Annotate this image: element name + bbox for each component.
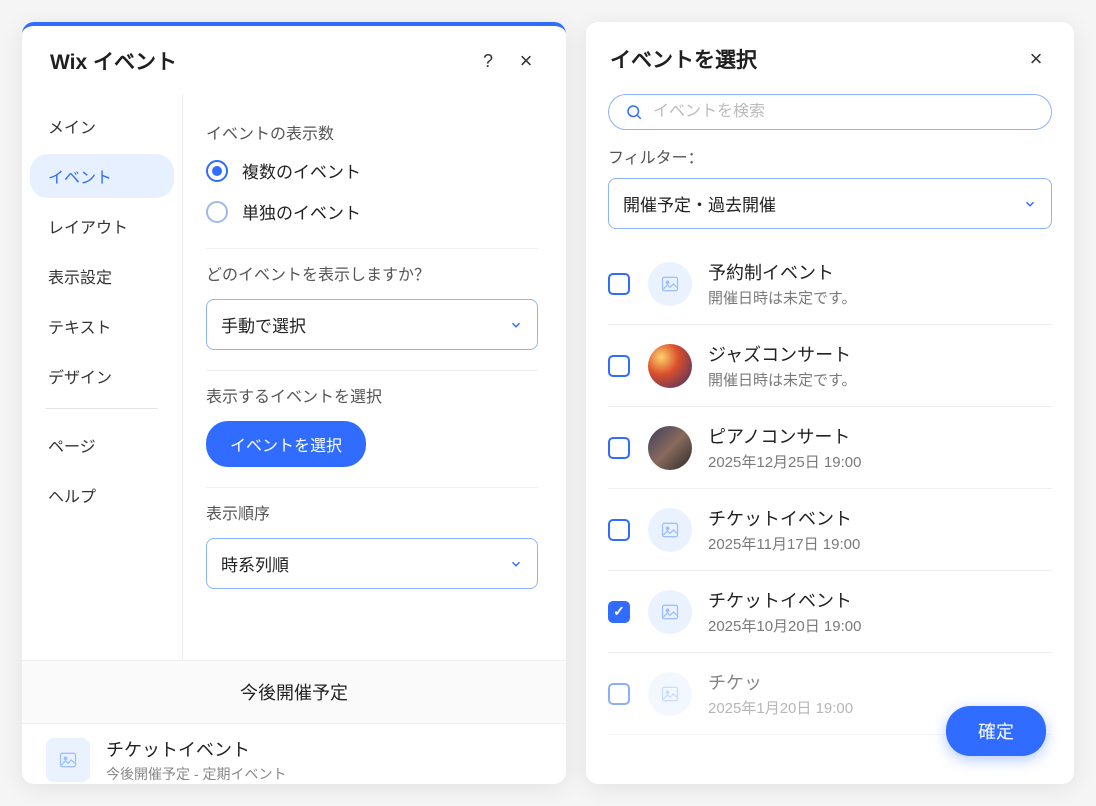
event-picker-title: イベントを選択 bbox=[610, 44, 1012, 74]
nav-main[interactable]: メイン bbox=[30, 104, 174, 148]
upcoming-list-item[interactable]: チケットイベント 今後開催予定 - 定期イベント bbox=[22, 723, 566, 784]
filter-value: 開催予定・過去開催 bbox=[623, 191, 776, 216]
section-order: 表示順序 時系列順 bbox=[206, 488, 538, 609]
event-checkbox[interactable] bbox=[608, 601, 630, 623]
event-thumbnail bbox=[648, 344, 692, 388]
event-checkbox[interactable] bbox=[608, 273, 630, 295]
radio-icon-unselected bbox=[206, 201, 228, 223]
event-subtitle: 開催日時は未定です。 bbox=[708, 369, 857, 390]
which-events-select[interactable]: 手動で選択 bbox=[206, 299, 538, 350]
filter-label: フィルター： bbox=[608, 144, 1052, 168]
event-thumbnail bbox=[648, 426, 692, 470]
event-text: チケットイベント2025年10月20日 19:00 bbox=[708, 587, 861, 636]
settings-nav: メイン イベント レイアウト 表示設定 テキスト デザイン ページ ヘルプ bbox=[22, 94, 182, 660]
event-picker-panel: イベントを選択 × フィルター： 開催予定・過去開催 予約制イベント開催日時は未… bbox=[586, 22, 1074, 784]
event-title: チケットイベント bbox=[708, 505, 860, 531]
settings-title: Wix イベント bbox=[50, 46, 474, 76]
event-row[interactable]: 予約制イベント開催日時は未定です。 bbox=[608, 243, 1052, 325]
nav-text[interactable]: テキスト bbox=[30, 304, 174, 348]
event-title: ピアノコンサート bbox=[708, 423, 861, 449]
event-row[interactable]: ピアノコンサート2025年12月25日 19:00 bbox=[608, 407, 1052, 489]
upcoming-header: 今後開催予定 bbox=[22, 660, 566, 723]
event-row[interactable]: ジャズコンサート開催日時は未定です。 bbox=[608, 325, 1052, 407]
upcoming-item-sub: 今後開催予定 - 定期イベント bbox=[106, 764, 286, 784]
event-subtitle: 2025年11月17日 19:00 bbox=[708, 533, 860, 554]
event-title: 予約制イベント bbox=[708, 259, 857, 285]
settings-header: Wix イベント ? × bbox=[22, 26, 566, 94]
event-row[interactable]: チケットイベント2025年11月17日 19:00 bbox=[608, 489, 1052, 571]
event-subtitle: 開催日時は未定です。 bbox=[708, 287, 857, 308]
image-placeholder-icon bbox=[46, 738, 90, 782]
event-checkbox[interactable] bbox=[608, 437, 630, 459]
chevron-down-icon bbox=[509, 318, 523, 332]
radio-multiple-label: 複数のイベント bbox=[242, 158, 361, 183]
event-checkbox[interactable] bbox=[608, 683, 630, 705]
radio-multiple-events[interactable]: 複数のイベント bbox=[206, 158, 538, 183]
close-icon[interactable]: × bbox=[512, 47, 540, 75]
nav-events[interactable]: イベント bbox=[30, 154, 174, 198]
event-text: チケットイベント2025年11月17日 19:00 bbox=[708, 505, 860, 554]
search-icon bbox=[625, 103, 643, 121]
section-display-count: イベントの表示数 複数のイベント 単独のイベント bbox=[206, 108, 538, 249]
confirm-button[interactable]: 確定 bbox=[946, 706, 1046, 756]
nav-help[interactable]: ヘルプ bbox=[30, 473, 174, 517]
nav-design[interactable]: デザイン bbox=[30, 354, 174, 398]
search-field[interactable] bbox=[608, 94, 1052, 130]
help-icon[interactable]: ? bbox=[474, 47, 502, 75]
event-text: ピアノコンサート2025年12月25日 19:00 bbox=[708, 423, 861, 472]
event-text: 予約制イベント開催日時は未定です。 bbox=[708, 259, 857, 308]
event-title: チケッ bbox=[708, 669, 853, 695]
event-text: チケッ2025年1月20日 19:00 bbox=[708, 669, 853, 718]
image-placeholder-icon bbox=[648, 590, 692, 634]
nav-layout[interactable]: レイアウト bbox=[30, 204, 174, 248]
chevron-down-icon bbox=[1023, 197, 1037, 211]
settings-content: イベントの表示数 複数のイベント 単独のイベント どのイベントを表示しますか？ … bbox=[182, 94, 566, 660]
upcoming-item-title: チケットイベント bbox=[106, 736, 286, 762]
choose-events-label: 表示するイベントを選択 bbox=[206, 383, 538, 407]
order-label: 表示順序 bbox=[206, 500, 538, 524]
section-choose-events: 表示するイベントを選択 イベントを選択 bbox=[206, 371, 538, 488]
which-events-value: 手動で選択 bbox=[221, 312, 306, 337]
event-subtitle: 2025年12月25日 19:00 bbox=[708, 451, 861, 472]
display-count-label: イベントの表示数 bbox=[206, 120, 538, 144]
event-title: ジャズコンサート bbox=[708, 341, 857, 367]
image-placeholder-icon bbox=[648, 508, 692, 552]
close-icon[interactable]: × bbox=[1022, 45, 1050, 73]
event-subtitle: 2025年10月20日 19:00 bbox=[708, 615, 861, 636]
nav-divider bbox=[46, 408, 158, 409]
section-which-events: どのイベントを表示しますか？ 手動で選択 bbox=[206, 249, 538, 371]
which-events-label: どのイベントを表示しますか？ bbox=[206, 261, 538, 285]
choose-events-button[interactable]: イベントを選択 bbox=[206, 421, 366, 467]
image-placeholder-icon bbox=[648, 672, 692, 716]
settings-panel: Wix イベント ? × メイン イベント レイアウト 表示設定 テキスト デザ… bbox=[22, 22, 566, 784]
chevron-down-icon bbox=[509, 557, 523, 571]
event-title: チケットイベント bbox=[708, 587, 861, 613]
order-value: 時系列順 bbox=[221, 551, 289, 576]
search-input[interactable] bbox=[653, 103, 1035, 121]
radio-icon-selected bbox=[206, 160, 228, 182]
image-placeholder-icon bbox=[648, 262, 692, 306]
radio-single-event[interactable]: 単独のイベント bbox=[206, 199, 538, 224]
filter-block: フィルター： 開催予定・過去開催 bbox=[586, 144, 1074, 239]
event-text: ジャズコンサート開催日時は未定です。 bbox=[708, 341, 857, 390]
nav-pages[interactable]: ページ bbox=[30, 423, 174, 467]
event-checkbox[interactable] bbox=[608, 519, 630, 541]
event-subtitle: 2025年1月20日 19:00 bbox=[708, 697, 853, 718]
radio-single-label: 単独のイベント bbox=[242, 199, 361, 224]
event-row[interactable]: チケットイベント2025年10月20日 19:00 bbox=[608, 571, 1052, 653]
nav-display[interactable]: 表示設定 bbox=[30, 254, 174, 298]
event-picker-header: イベントを選択 × bbox=[586, 22, 1074, 86]
event-checkbox[interactable] bbox=[608, 355, 630, 377]
event-list: 予約制イベント開催日時は未定です。ジャズコンサート開催日時は未定です。ピアノコン… bbox=[586, 239, 1074, 784]
order-select[interactable]: 時系列順 bbox=[206, 538, 538, 589]
filter-select[interactable]: 開催予定・過去開催 bbox=[608, 178, 1052, 229]
